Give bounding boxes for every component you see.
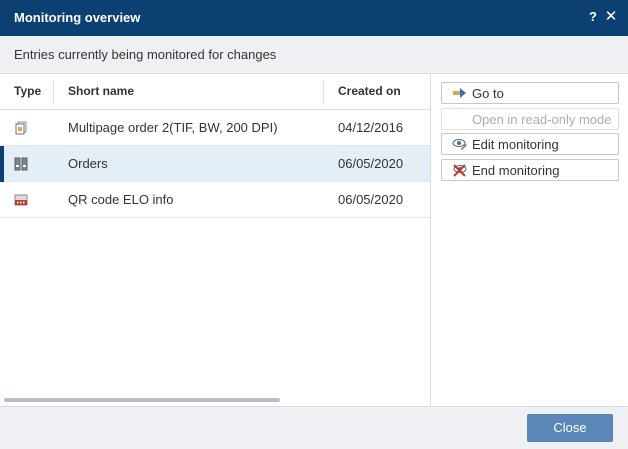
row-created-on: 06/05/2020 <box>338 156 404 171</box>
png-file-icon <box>14 193 28 207</box>
row-short-name: Multipage order 2(TIF, BW, 200 DPI) <box>68 120 278 135</box>
column-header-created-on[interactable]: Created on <box>338 84 401 98</box>
open-read-only-label: Open in read-only mode <box>472 112 612 127</box>
column-separator[interactable] <box>323 80 324 104</box>
go-to-arrow-icon <box>452 86 468 100</box>
dialog-footer: Close <box>0 406 628 449</box>
go-to-button[interactable]: Go to <box>441 82 619 104</box>
end-monitoring-button[interactable]: End monitoring <box>441 159 619 181</box>
table-header: Type Short name Created on <box>0 74 430 110</box>
edit-monitoring-icon <box>452 137 468 151</box>
row-created-on: 04/12/2016 <box>338 120 404 135</box>
column-header-type[interactable]: Type <box>14 84 41 98</box>
table-row[interactable]: QR code ELO info 06/05/2020 <box>0 182 430 218</box>
close-button[interactable]: Close <box>527 414 613 442</box>
subtitle-bar: Entries currently being monitored for ch… <box>0 36 628 74</box>
table-row[interactable]: Orders 06/05/2020 <box>0 146 430 182</box>
window-title: Monitoring overview <box>14 10 141 25</box>
dialog-subtitle: Entries currently being monitored for ch… <box>14 47 277 62</box>
end-monitoring-icon <box>452 163 468 177</box>
edit-monitoring-button[interactable]: Edit monitoring <box>441 133 619 155</box>
close-window-button[interactable]: ✕ <box>604 9 618 25</box>
column-separator[interactable] <box>53 80 54 104</box>
column-header-short-name[interactable]: Short name <box>68 84 134 98</box>
open-read-only-button[interactable]: Open in read-only mode <box>441 108 619 130</box>
monitored-entries-table: Type Short name Created on Multipage ord… <box>0 74 431 406</box>
multipage-document-icon <box>14 121 28 135</box>
end-monitoring-label: End monitoring <box>472 163 560 178</box>
table-row[interactable]: Multipage order 2(TIF, BW, 200 DPI) 04/1… <box>0 110 430 146</box>
folder-binders-icon <box>14 157 28 171</box>
go-to-label: Go to <box>472 86 504 101</box>
help-button[interactable]: ? <box>586 9 600 25</box>
edit-monitoring-label: Edit monitoring <box>472 137 559 152</box>
row-short-name: QR code ELO info <box>68 192 174 207</box>
horizontal-scrollbar[interactable] <box>4 398 280 402</box>
row-short-name: Orders <box>68 156 108 171</box>
selection-indicator <box>0 146 4 182</box>
title-bar: Monitoring overview ? ✕ <box>0 0 628 36</box>
row-created-on: 06/05/2020 <box>338 192 404 207</box>
